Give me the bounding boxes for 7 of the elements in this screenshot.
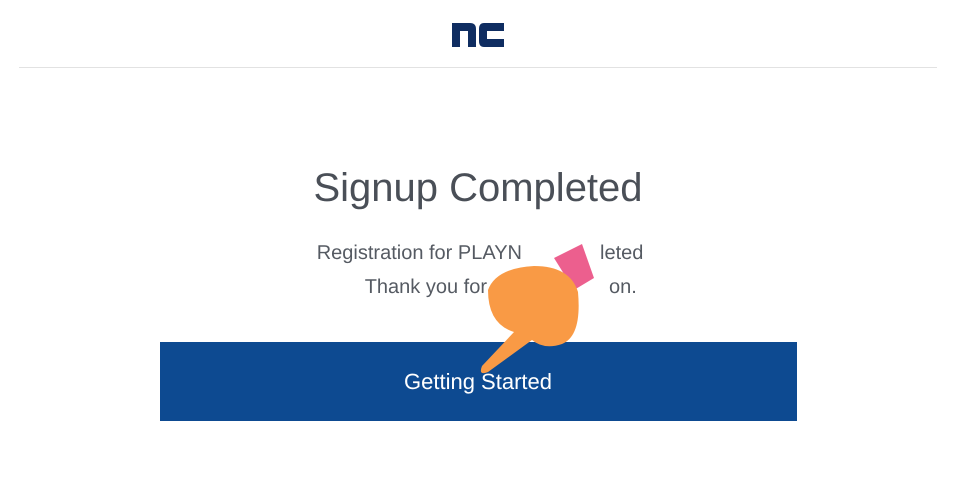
message-text: on.: [609, 275, 637, 300]
message-text: Thank you for: [364, 275, 487, 300]
message-text: leted: [600, 241, 644, 266]
message-text: Registration for PLAYN: [316, 241, 522, 266]
page-title: Signup Completed: [313, 165, 643, 212]
getting-started-button[interactable]: Getting Started: [160, 342, 796, 421]
logo-icon: [452, 20, 504, 46]
